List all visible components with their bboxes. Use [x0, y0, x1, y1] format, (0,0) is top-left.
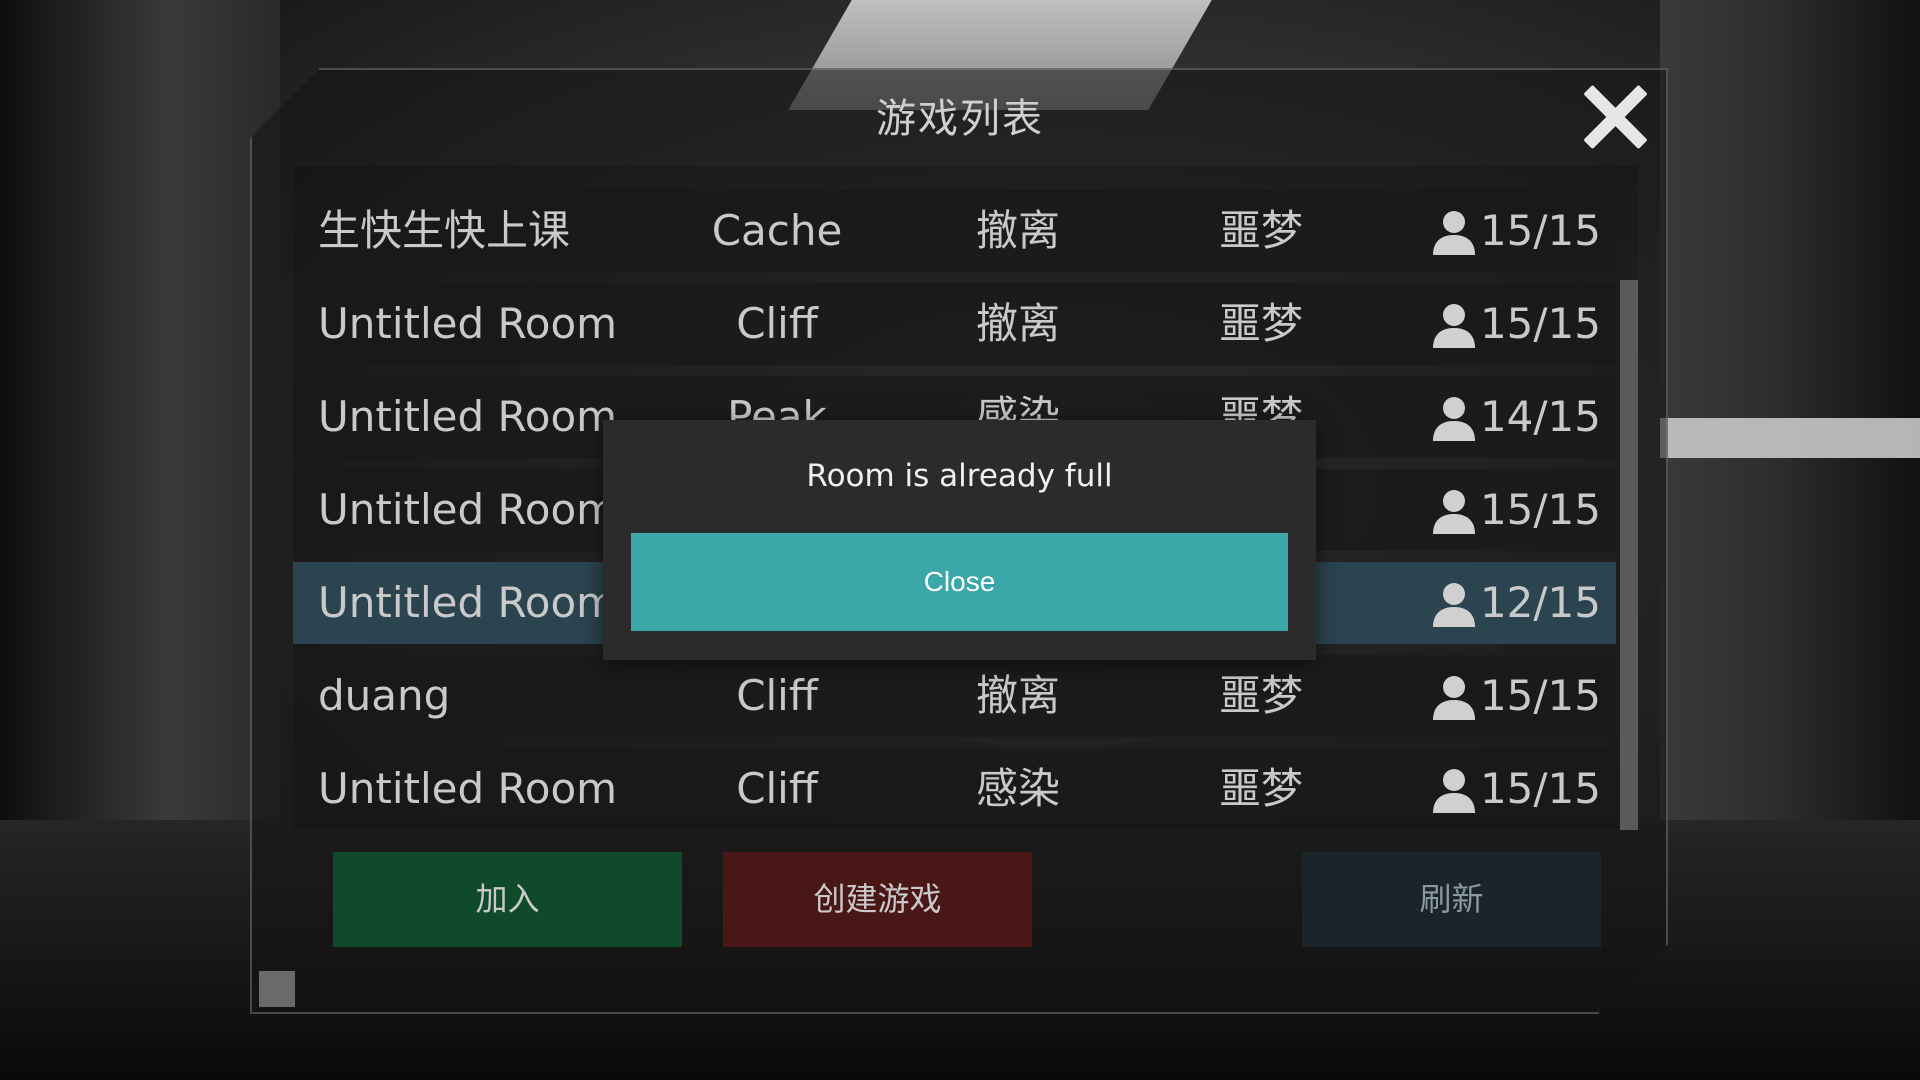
background-light-strip [1660, 418, 1920, 458]
background-left-wall [0, 0, 280, 1080]
user-icon [1431, 208, 1477, 256]
room-name: Untitled Room [318, 578, 618, 627]
room-map: Cliff [736, 764, 818, 813]
room-row[interactable]: Untitled Room Cliff 撤离 噩梦 15/15 [293, 283, 1616, 365]
room-full-dialog: Room is already full Close [603, 420, 1316, 660]
room-name: 生快生快上课 [318, 206, 571, 255]
dialog-message: Room is already full [806, 458, 1113, 494]
room-player-count: 15/15 [1479, 206, 1601, 255]
game-screen: 游戏列表 生快生快上课 Cache 撤离 噩梦 15/15 Untitled Room Cl… [0, 0, 1920, 1080]
room-map: Cliff [736, 671, 818, 720]
room-mode: 撤离 [975, 671, 1060, 720]
room-player-count: 15/15 [1479, 485, 1601, 534]
close-x-icon[interactable] [1580, 82, 1650, 152]
room-row[interactable]: Untitled Room Cliff 感染 噩梦 15/15 [293, 748, 1616, 830]
background-right-wall [1660, 0, 1920, 1080]
room-difficulty: 噩梦 [1218, 764, 1303, 813]
dialog-close-button[interactable]: Close [631, 533, 1288, 631]
room-mode: 感染 [975, 764, 1060, 813]
user-icon [1431, 580, 1477, 628]
room-player-count: 15/15 [1479, 764, 1601, 813]
corner-indicator [259, 971, 295, 1007]
join-button[interactable]: 加入 [333, 852, 682, 947]
user-icon [1431, 487, 1477, 535]
room-name: Untitled Room [318, 485, 618, 534]
room-row[interactable]: duang Cliff 撤离 噩梦 15/15 [293, 655, 1616, 737]
room-name: Untitled Room [318, 299, 618, 348]
room-mode: 撤离 [975, 299, 1060, 348]
room-player-count: 12/15 [1479, 578, 1601, 627]
room-name: duang [318, 671, 451, 720]
create-game-button[interactable]: 创建游戏 [723, 852, 1032, 947]
user-icon [1431, 394, 1477, 442]
room-player-count: 15/15 [1479, 299, 1601, 348]
user-icon [1431, 673, 1477, 721]
room-player-count: 14/15 [1479, 392, 1601, 441]
refresh-button[interactable]: 刷新 [1302, 852, 1601, 947]
room-player-count: 15/15 [1479, 671, 1601, 720]
room-mode: 撤离 [975, 206, 1060, 255]
room-name: Untitled Room [318, 764, 618, 813]
user-icon [1431, 301, 1477, 349]
room-map: Cache [711, 206, 843, 255]
room-name: Untitled Room [318, 392, 618, 441]
user-icon [1431, 766, 1477, 814]
room-map: Cliff [736, 299, 818, 348]
room-difficulty: 噩梦 [1218, 671, 1303, 720]
room-difficulty: 噩梦 [1218, 299, 1303, 348]
room-row[interactable]: 生快生快上课 Cache 撤离 噩梦 15/15 [293, 190, 1616, 272]
room-list-scrollbar[interactable] [1620, 280, 1638, 830]
room-difficulty: 噩梦 [1218, 206, 1303, 255]
